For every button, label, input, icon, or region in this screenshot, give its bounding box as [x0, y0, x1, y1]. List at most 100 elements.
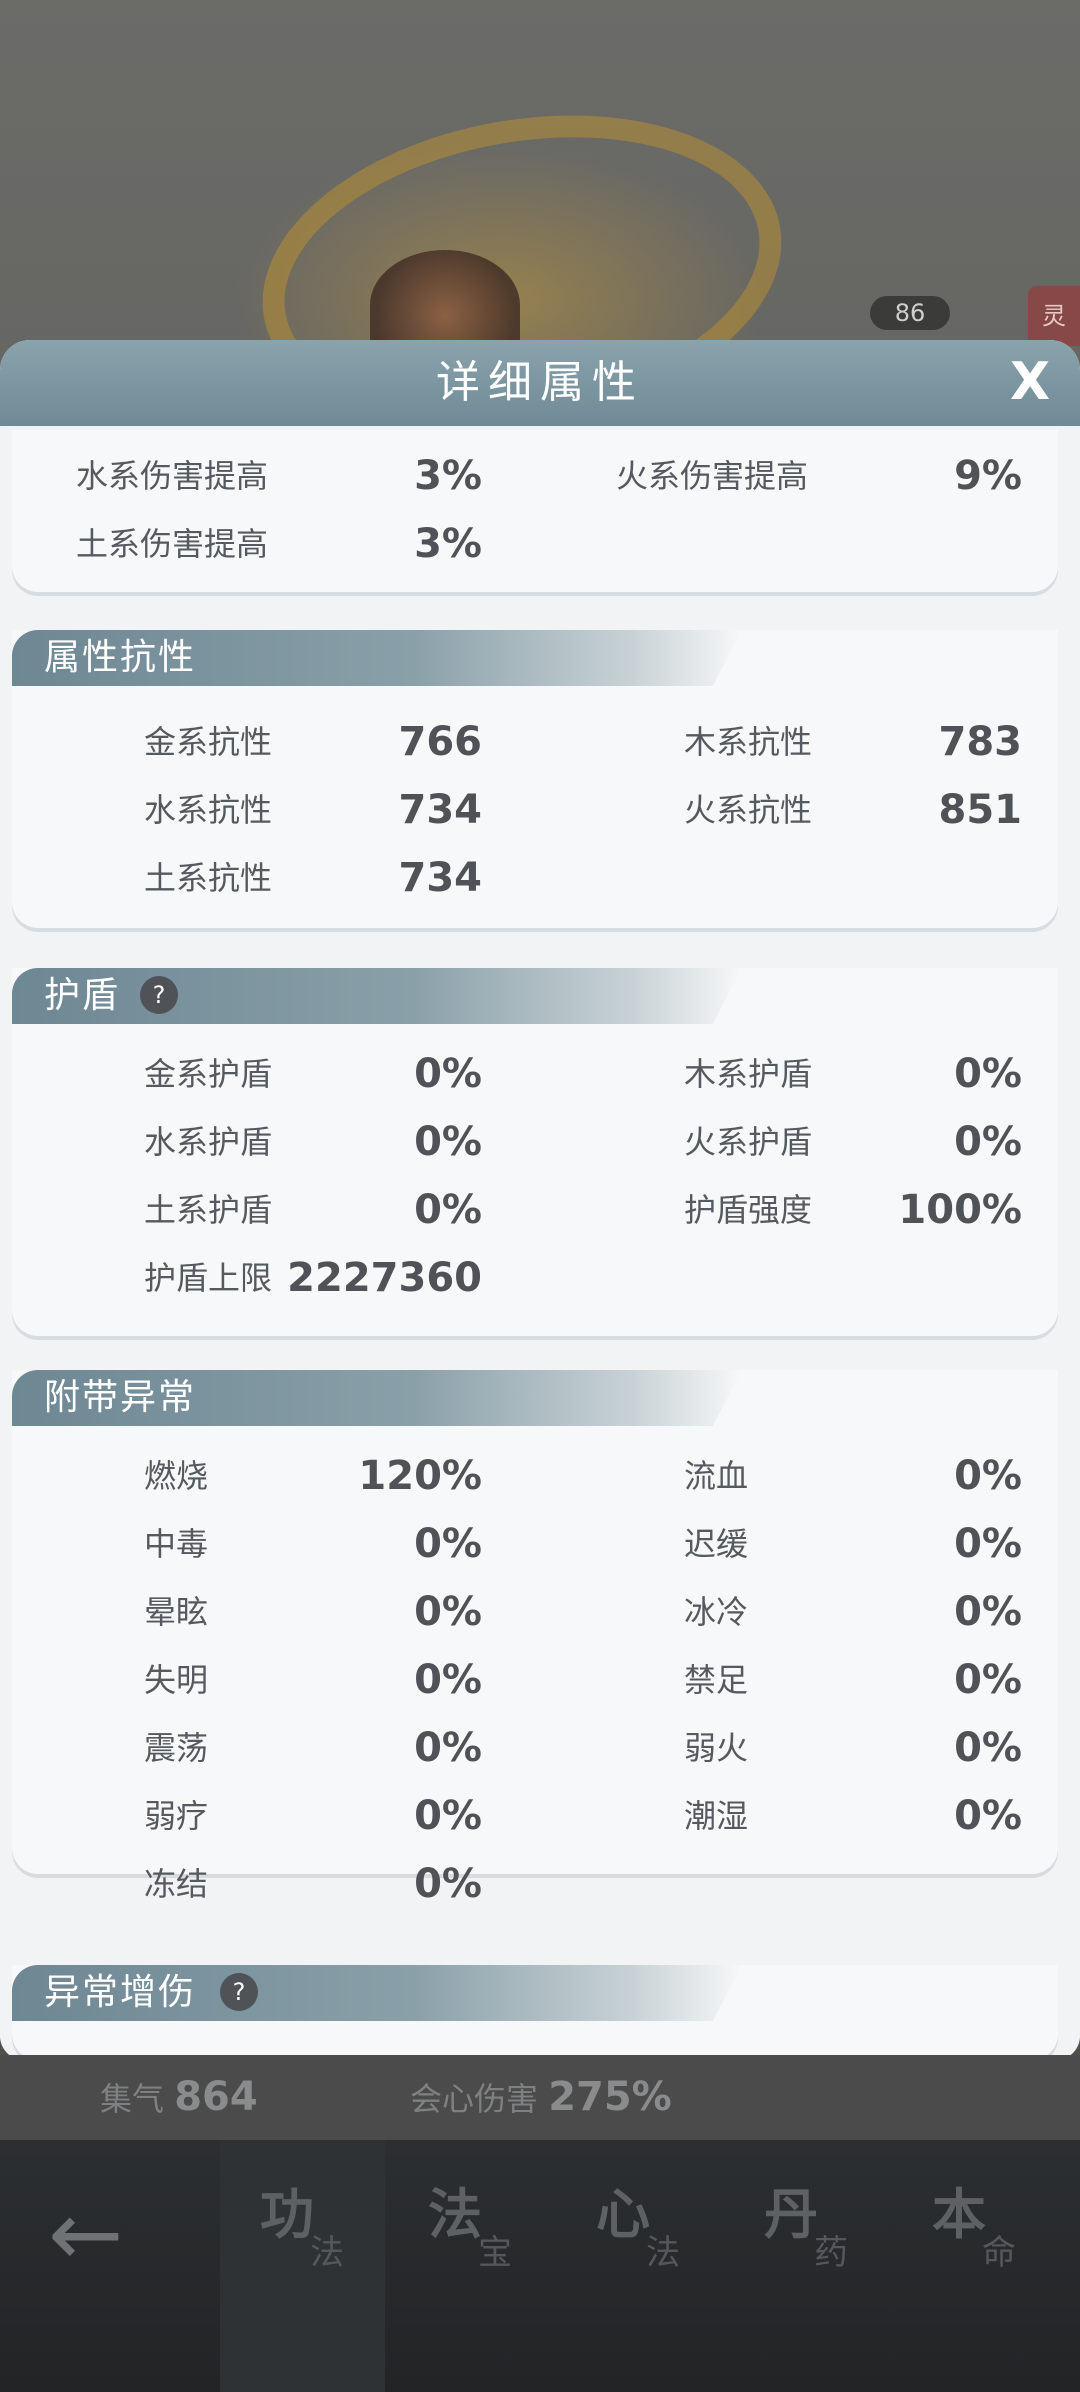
tab-fabao[interactable]: 法 宝	[388, 2140, 553, 2392]
section-shield: 护盾 ? 金系护盾 0% 木系护盾 0% 水系护盾 0% 火系护盾 0% 土系护…	[12, 968, 1058, 1336]
stat-value: 0%	[414, 1521, 482, 1567]
section-title: 异常增伤	[44, 1972, 197, 2013]
stat-label: 禁足	[684, 1661, 749, 1699]
section-abnormal: 附带异常 燃烧 120% 流血 0% 中毒 0% 迟缓 0% 晕眩 0% 冰冷 …	[12, 1370, 1058, 1907]
stat-row: 土系伤害提高 3%	[12, 514, 1058, 574]
stat-value: 0%	[414, 1657, 482, 1703]
stat-value: 9%	[954, 453, 1022, 499]
stat-value: 0%	[414, 1119, 482, 1165]
stat-label: 震荡	[144, 1729, 209, 1767]
stat-row: 弱疗 0% 潮湿 0%	[12, 1786, 1058, 1846]
stat-value: 0%	[414, 1861, 482, 1907]
stat-label: 迟缓	[684, 1525, 749, 1563]
help-icon[interactable]: ?	[140, 976, 178, 1014]
stat-row: 金系护盾 0% 木系护盾 0%	[12, 1044, 1058, 1104]
stat-label: 土系伤害提高	[76, 525, 269, 563]
section-header: 异常增伤	[12, 1965, 742, 2021]
stat-label: 集气	[100, 2080, 165, 2118]
side-tag[interactable]: 灵	[1028, 286, 1080, 346]
tab-sub-label: 法	[310, 2233, 344, 2273]
stat-row: 冻结 0%	[12, 1854, 1058, 1914]
stat-label: 弱火	[684, 1729, 749, 1767]
stat-label: 金系护盾	[144, 1055, 273, 1093]
stat-label: 流血	[684, 1457, 749, 1495]
stat-value: 120%	[358, 1453, 482, 1499]
stat-label: 木系抗性	[684, 723, 813, 761]
tab-sub-label: 命	[982, 2233, 1016, 2273]
stat-label: 失明	[144, 1661, 209, 1699]
stat-label: 中毒	[144, 1525, 209, 1563]
section-title: 护盾	[44, 975, 121, 1016]
tab-main-label: 丹	[764, 2183, 818, 2246]
stat-label: 水系伤害提高	[76, 457, 269, 495]
section-header: 属性抗性	[12, 630, 742, 686]
stat-row: 晕眩 0% 冰冷 0%	[12, 1582, 1058, 1642]
stat-row: 土系抗性 734	[12, 848, 1058, 908]
stat-value: 100%	[898, 1187, 1022, 1233]
tab-danyao[interactable]: 丹 药	[724, 2140, 889, 2392]
tab-sub-label: 药	[814, 2233, 848, 2273]
stat-value: 0%	[414, 1589, 482, 1635]
stat-value: 734	[398, 855, 483, 901]
stat-value: 0%	[954, 1725, 1022, 1771]
section-resistance: 属性抗性 金系抗性 766 木系抗性 783 水系抗性 734 火系抗性 851…	[12, 630, 1058, 928]
stat-label: 燃烧	[144, 1457, 209, 1495]
stat-value: 0%	[954, 1793, 1022, 1839]
stat-row: 水系抗性 734 火系抗性 851	[12, 780, 1058, 840]
help-icon[interactable]: ?	[220, 1973, 258, 2011]
stat-label: 木系护盾	[684, 1055, 813, 1093]
stat-value: 2227360	[287, 1255, 482, 1301]
bottom-navigation: ← 功 法 法 宝 心 法 丹 药 本 命	[0, 2140, 1080, 2392]
stat-label: 火系伤害提高	[616, 457, 809, 495]
tab-main-label: 本	[932, 2183, 986, 2246]
close-button[interactable]: X	[998, 350, 1062, 414]
section-header: 附带异常	[12, 1370, 742, 1426]
stat-label: 冰冷	[684, 1593, 749, 1631]
section-header: 护盾	[12, 968, 742, 1024]
section-title: 附带异常	[44, 1377, 197, 1418]
tab-sub-label: 法	[646, 2233, 680, 2273]
stat-label: 冻结	[144, 1865, 209, 1903]
stat-value: 0%	[414, 1793, 482, 1839]
stat-label: 护盾强度	[684, 1191, 813, 1229]
stat-value: 0%	[954, 1521, 1022, 1567]
tab-gongfa[interactable]: 功 法	[220, 2140, 385, 2392]
modal-title: 详细属性	[436, 357, 644, 408]
stat-label: 会心伤害	[410, 2080, 539, 2118]
stat-row: 金系抗性 766 木系抗性 783	[12, 712, 1058, 772]
tab-main-label: 功	[260, 2183, 314, 2246]
stat-value: 0%	[414, 1051, 482, 1097]
modal-header: 详细属性 X	[0, 340, 1080, 426]
tab-main-label: 心	[596, 2183, 650, 2246]
stat-value: 0%	[954, 1453, 1022, 1499]
stat-label: 弱疗	[144, 1797, 209, 1835]
back-arrow-icon[interactable]: ←	[48, 2190, 138, 2280]
stat-row: 燃烧 120% 流血 0%	[12, 1446, 1058, 1506]
tab-xinfa[interactable]: 心 法	[556, 2140, 721, 2392]
stat-value: 275%	[548, 2074, 672, 2120]
stat-row: 护盾上限 2227360	[12, 1248, 1058, 1308]
tab-benming[interactable]: 本 命	[892, 2140, 1057, 2392]
level-badge: 86	[870, 296, 950, 330]
stat-label: 水系护盾	[144, 1123, 273, 1161]
stat-label: 晕眩	[144, 1593, 209, 1631]
stat-value: 0%	[414, 1725, 482, 1771]
stat-row: 震荡 0% 弱火 0%	[12, 1718, 1058, 1778]
stat-value: 0%	[414, 1187, 482, 1233]
section-elemental-damage: 水系伤害提高 3% 火系伤害提高 9% 土系伤害提高 3%	[12, 430, 1058, 592]
tab-sub-label: 宝	[478, 2233, 512, 2273]
stat-value: 0%	[954, 1119, 1022, 1165]
stat-row: 土系护盾 0% 护盾强度 100%	[12, 1180, 1058, 1240]
stat-value: 0%	[954, 1657, 1022, 1703]
stat-label: 火系护盾	[684, 1123, 813, 1161]
stat-value: 766	[398, 719, 483, 765]
stat-value: 864	[174, 2074, 258, 2120]
bottom-stat-strip: 集气 864 会心伤害 275%	[0, 2055, 1080, 2140]
stat-label: 土系护盾	[144, 1191, 273, 1229]
stat-label: 金系抗性	[144, 723, 273, 761]
stat-value: 0%	[954, 1051, 1022, 1097]
stat-label: 土系抗性	[144, 859, 273, 897]
tab-main-label: 法	[428, 2183, 482, 2246]
stat-crit-damage: 会心伤害 275%	[410, 2055, 672, 2142]
section-title: 属性抗性	[44, 637, 197, 678]
